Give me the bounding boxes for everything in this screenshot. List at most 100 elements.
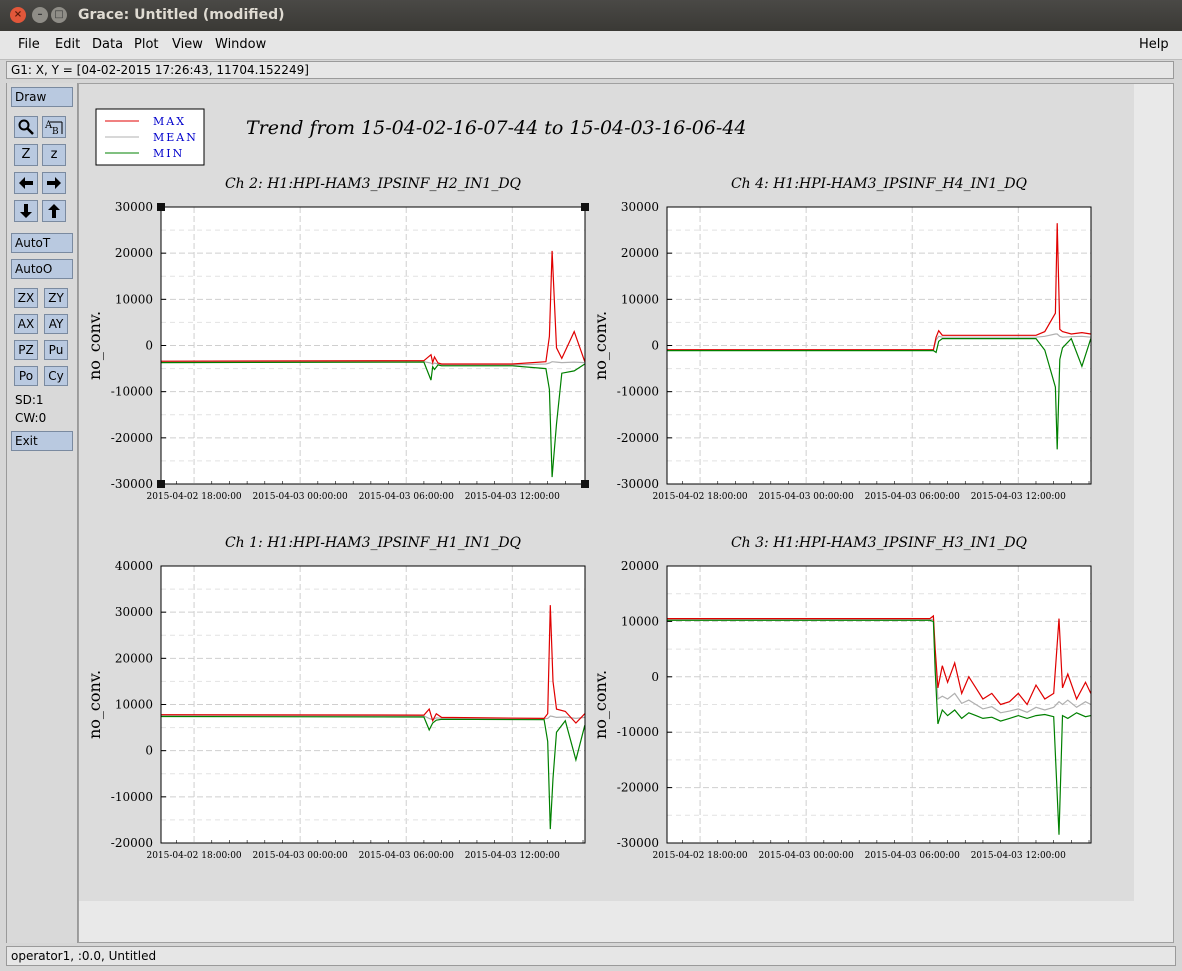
- scroll-down-button[interactable]: [14, 200, 38, 222]
- y-axis-label: no_conv.: [85, 670, 104, 739]
- autot-button[interactable]: AutoT: [11, 233, 73, 253]
- selection-handle[interactable]: [581, 480, 589, 488]
- x-tick-label: 2015-04-03 00:00:00: [759, 851, 854, 861]
- x-tick-label: 2015-04-03 06:00:00: [359, 851, 454, 861]
- panel-title: Ch 1: H1:HPI-HAM3_IPSINF_H1_IN1_DQ: [225, 535, 522, 551]
- y-tick-label: -10000: [617, 385, 659, 399]
- autoscale-text-icon: AB: [44, 120, 63, 137]
- exit-button[interactable]: Exit: [11, 431, 73, 451]
- pz-button[interactable]: PZ: [14, 340, 38, 360]
- cw-readout: CW:0: [15, 411, 47, 425]
- y-axis-label: no_conv.: [591, 311, 610, 380]
- autoscale-text-button[interactable]: AB: [42, 116, 66, 138]
- legend-label-max: MAX: [153, 115, 186, 128]
- zoom-icon: [18, 119, 34, 135]
- trend-plot[interactable]: MAX MEAN MIN Trend from 15-04-02-16-07-4…: [79, 84, 1173, 942]
- ay-button[interactable]: AY: [44, 314, 68, 334]
- y-tick-label: 30000: [115, 605, 153, 619]
- close-window-button[interactable]: ×: [10, 7, 26, 23]
- window-titlebar: × – □ Grace: Untitled (modified): [0, 0, 1182, 31]
- y-tick-label: -30000: [617, 836, 659, 850]
- y-tick-label: -20000: [111, 836, 153, 850]
- x-tick-label: 2015-04-03 12:00:00: [465, 851, 560, 861]
- x-tick-label: 2015-04-03 00:00:00: [253, 851, 348, 861]
- selection-handle[interactable]: [157, 203, 165, 211]
- status-bar: operator1, :0.0, Untitled: [6, 946, 1176, 966]
- arrow-up-icon: [48, 204, 60, 218]
- zx-button[interactable]: ZX: [14, 288, 38, 308]
- sd-readout: SD:1: [15, 393, 44, 407]
- selection-handle[interactable]: [157, 480, 165, 488]
- y-tick-label: -30000: [617, 477, 659, 491]
- menu-help[interactable]: Help: [1139, 37, 1169, 52]
- y-tick-label: -10000: [617, 725, 659, 739]
- x-tick-label: 2015-04-03 06:00:00: [865, 492, 960, 502]
- zoom-button[interactable]: [14, 116, 38, 138]
- menu-bar: File Edit Data Plot View Window Help: [0, 31, 1182, 60]
- menu-window[interactable]: Window: [215, 37, 266, 52]
- maximize-window-button[interactable]: □: [51, 7, 67, 23]
- zy-button[interactable]: ZY: [44, 288, 68, 308]
- x-tick-label: 2015-04-03 00:00:00: [759, 492, 854, 502]
- y-tick-label: -30000: [111, 477, 153, 491]
- plot-canvas-area[interactable]: MAX MEAN MIN Trend from 15-04-02-16-07-4…: [78, 83, 1174, 943]
- chart-panel-1: 2015-04-02 18:00:00 2015-04-03 00:00:00 20…: [85, 176, 589, 502]
- x-tick-label: 2015-04-03 06:00:00: [359, 492, 454, 502]
- y-tick-label: -10000: [111, 385, 153, 399]
- y-axis-label: no_conv.: [85, 311, 104, 380]
- y-axis-label: no_conv.: [591, 670, 610, 739]
- ax-button[interactable]: AX: [14, 314, 38, 334]
- menu-data[interactable]: Data: [92, 37, 123, 52]
- y-tick-label: 0: [145, 339, 153, 353]
- scroll-right-button[interactable]: [42, 172, 66, 194]
- y-tick-label: 0: [145, 744, 153, 758]
- y-tick-label: 20000: [621, 246, 659, 260]
- zoom-small-button[interactable]: z: [42, 144, 66, 166]
- y-tick-label: 0: [651, 670, 659, 684]
- scroll-up-button[interactable]: [42, 200, 66, 222]
- y-tick-label: 0: [651, 339, 659, 353]
- y-tick-label: 10000: [621, 292, 659, 306]
- menu-file[interactable]: File: [18, 37, 40, 52]
- panel-title: Ch 3: H1:HPI-HAM3_IPSINF_H3_IN1_DQ: [731, 535, 1028, 551]
- panel-title: Ch 2: H1:HPI-HAM3_IPSINF_H2_IN1_DQ: [225, 176, 522, 192]
- y-tick-label: 10000: [115, 698, 153, 712]
- y-tick-label: -20000: [111, 431, 153, 445]
- y-tick-label: -20000: [617, 431, 659, 445]
- y-tick-label: 40000: [115, 559, 153, 573]
- pu-button[interactable]: Pu: [44, 340, 68, 360]
- y-tick-label: -20000: [617, 781, 659, 795]
- arrow-right-icon: [47, 177, 61, 189]
- draw-button[interactable]: Draw: [11, 87, 73, 107]
- y-tick-label: 10000: [621, 614, 659, 628]
- legend-label-min: MIN: [153, 147, 184, 160]
- locator-readout: G1: X, Y = [04-02-2015 17:26:43, 11704.1…: [6, 61, 1174, 79]
- menu-view[interactable]: View: [172, 37, 203, 52]
- y-tick-label: 30000: [115, 200, 153, 214]
- svg-text:B: B: [52, 127, 59, 136]
- menu-plot[interactable]: Plot: [134, 37, 159, 52]
- x-tick-label: 2015-04-03 12:00:00: [971, 851, 1066, 861]
- y-tick-label: 20000: [115, 651, 153, 665]
- x-tick-label: 2015-04-03 06:00:00: [865, 851, 960, 861]
- x-tick-label: 2015-04-02 18:00:00: [652, 851, 747, 861]
- x-tick-label: 2015-04-03 12:00:00: [971, 492, 1066, 502]
- legend-label-mean: MEAN: [153, 131, 198, 144]
- menu-edit[interactable]: Edit: [55, 37, 80, 52]
- x-tick-label: 2015-04-02 18:00:00: [146, 492, 241, 502]
- minimize-window-button[interactable]: –: [32, 7, 48, 23]
- selection-handle[interactable]: [581, 203, 589, 211]
- autoo-button[interactable]: AutoO: [11, 259, 73, 279]
- y-tick-label: 30000: [621, 200, 659, 214]
- arrow-down-icon: [20, 204, 32, 218]
- scroll-left-button[interactable]: [14, 172, 38, 194]
- x-tick-label: 2015-04-03 00:00:00: [253, 492, 348, 502]
- arrow-left-icon: [19, 177, 33, 189]
- po-button[interactable]: Po: [14, 366, 38, 386]
- y-tick-label: 10000: [115, 292, 153, 306]
- zoom-big-button[interactable]: Z: [14, 144, 38, 166]
- cy-button[interactable]: Cy: [44, 366, 68, 386]
- x-tick-label: 2015-04-02 18:00:00: [652, 492, 747, 502]
- window-title: Grace: Untitled (modified): [78, 7, 285, 23]
- panel-title: Ch 4: H1:HPI-HAM3_IPSINF_H4_IN1_DQ: [731, 176, 1028, 192]
